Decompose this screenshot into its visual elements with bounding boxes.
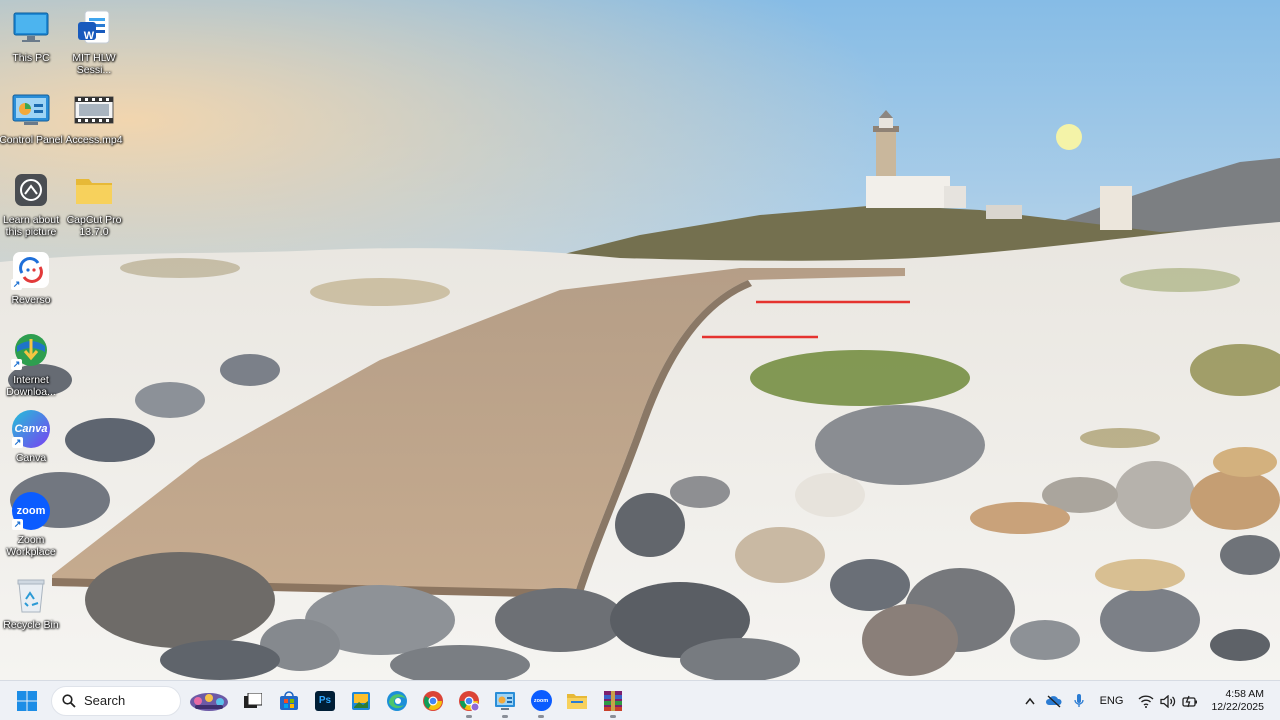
folder-icon	[74, 170, 114, 210]
clock-date: 12/22/2025	[1211, 701, 1264, 713]
desktop-icon-control-panel[interactable]: Control Panel	[0, 90, 64, 146]
taskbar: Search Ps zoom ENG 4:58 AM 12/22/2025	[0, 680, 1280, 720]
taskbar-app-chrome-profile[interactable]	[451, 683, 487, 719]
clock-time: 4:58 AM	[1225, 688, 1264, 700]
taskbar-app-file-explorer[interactable]	[559, 683, 595, 719]
taskbar-app-photoshop[interactable]: Ps	[307, 683, 343, 719]
desktop-icon-label: This PC	[12, 52, 50, 64]
volume-icon	[1160, 694, 1176, 708]
chevron-up-icon	[1025, 697, 1035, 705]
desktop-icon-learn-about-this-picture[interactable]: Learn about this picture	[0, 170, 64, 238]
desktop-icon-zoom-workplace[interactable]: zoom ↗ Zoom Workplace	[0, 492, 64, 558]
taskbar-app-winrar[interactable]	[595, 683, 631, 719]
taskbar-app-gallery[interactable]	[343, 683, 379, 719]
windows-logo-icon	[17, 690, 37, 711]
control-panel-icon	[11, 90, 51, 130]
word-doc-icon: W	[74, 8, 114, 48]
desktop-icon-label: CapCut Pro 13.7.0	[66, 214, 122, 238]
shortcut-arrow-icon: ↗	[12, 519, 23, 530]
onedrive-offline-icon	[1045, 695, 1062, 708]
shortcut-arrow-icon: ↗	[11, 279, 22, 290]
taskbar-app-edge[interactable]	[379, 683, 415, 719]
store-icon	[280, 690, 298, 710]
wifi-icon	[1138, 694, 1154, 708]
zoom-icon: zoom	[530, 690, 552, 711]
tray-microphone-button[interactable]	[1068, 681, 1090, 720]
desktop-icon-label: Canva	[15, 452, 47, 464]
desktop-icon-label: MIT HLW Sessi...	[72, 52, 116, 76]
zoom-glyph-text: zoom	[16, 505, 46, 517]
chrome-icon	[423, 690, 443, 711]
control-panel-icon	[495, 691, 515, 710]
shortcut-arrow-icon: ↗	[11, 359, 22, 370]
canva-icon: Canva ↗	[12, 410, 50, 448]
taskbar-app-microsoft-store[interactable]	[271, 683, 307, 719]
photoshop-icon: Ps	[315, 690, 335, 711]
running-indicator	[610, 714, 616, 718]
system-tray: ENG 4:58 AM 12/22/2025	[1020, 681, 1280, 720]
taskbar-search-box[interactable]: Search	[51, 685, 181, 716]
wallpaper-landscape	[0, 0, 1280, 680]
edge-icon	[387, 690, 407, 711]
shortcut-arrow-icon: ↗	[12, 437, 23, 448]
task-view-icon	[244, 692, 262, 708]
taskbar-app-task-view[interactable]	[235, 683, 271, 719]
monitor-icon	[11, 8, 51, 48]
desktop-icon-mit-hlw-session[interactable]: W MIT HLW Sessi...	[61, 8, 127, 76]
photoshop-glyph-text: Ps	[318, 695, 332, 706]
desktop-icon-label: Control Panel	[0, 134, 63, 146]
desktop-icon-label: Access.mp4	[65, 134, 123, 146]
tray-onedrive-button[interactable]	[1040, 681, 1068, 720]
zoom-glyph-text: zoom	[533, 697, 549, 704]
word-badge-text: W	[83, 30, 95, 42]
desktop-icon-access-mp4[interactable]: Access.mp4	[61, 90, 127, 146]
battery-charging-icon	[1182, 695, 1198, 707]
desktop-icon-label: Learn about this picture	[2, 214, 60, 238]
running-indicator	[538, 714, 544, 718]
camera-icon	[11, 170, 51, 210]
desktop-icon-this-pc[interactable]: This PC	[0, 8, 64, 64]
microphone-icon	[1073, 694, 1084, 707]
taskbar-app-control-panel[interactable]	[487, 683, 523, 719]
taskbar-app-zoom[interactable]: zoom	[523, 683, 559, 719]
desktop-icon-capcut-pro[interactable]: CapCut Pro 13.7.0	[61, 170, 127, 238]
desktop-icon-recycle-bin[interactable]: Recycle Bin	[0, 575, 64, 631]
start-button[interactable]	[9, 683, 45, 719]
show-hidden-icons-button[interactable]	[1020, 681, 1040, 720]
internet-download-manager-icon: ↗	[11, 330, 51, 370]
quick-settings-button[interactable]	[1133, 681, 1203, 720]
zoom-icon: zoom ↗	[12, 492, 50, 530]
desktop-icon-internet-download-manager[interactable]: ↗ Internet Downloa...	[0, 330, 64, 398]
taskbar-app-chrome[interactable]	[415, 683, 451, 719]
search-label: Search	[84, 693, 126, 708]
chrome-profile-icon	[459, 690, 480, 711]
desktop-icon-canva[interactable]: Canva ↗ Canva	[0, 410, 64, 464]
desktop-icon-reverso[interactable]: ↗ Reverso	[0, 250, 64, 306]
search-icon	[62, 693, 76, 708]
desktop-wallpaper	[0, 0, 1280, 680]
widgets-festive-icon	[190, 692, 228, 711]
desktop-icon-label: Reverso	[11, 294, 51, 306]
gallery-icon	[352, 691, 370, 710]
desktop-icon-label: Recycle Bin	[3, 619, 59, 631]
winrar-icon	[604, 690, 622, 711]
reverso-icon: ↗	[11, 250, 51, 290]
running-indicator	[466, 714, 472, 718]
recycle-bin-icon	[11, 575, 51, 615]
widgets-button[interactable]	[187, 683, 231, 719]
language-indicator[interactable]: ENG	[1090, 681, 1134, 720]
running-indicator	[502, 714, 508, 718]
desktop-icon-label: Internet Downloa...	[6, 374, 56, 398]
canva-glyph-text: Canva	[14, 423, 48, 435]
taskbar-clock[interactable]: 4:58 AM 12/22/2025	[1203, 688, 1280, 714]
sun	[1056, 124, 1082, 150]
folder-icon	[567, 693, 587, 709]
desktop-icon-label: Zoom Workplace	[6, 534, 56, 558]
video-file-icon	[74, 90, 114, 130]
language-label: ENG	[1099, 695, 1124, 707]
